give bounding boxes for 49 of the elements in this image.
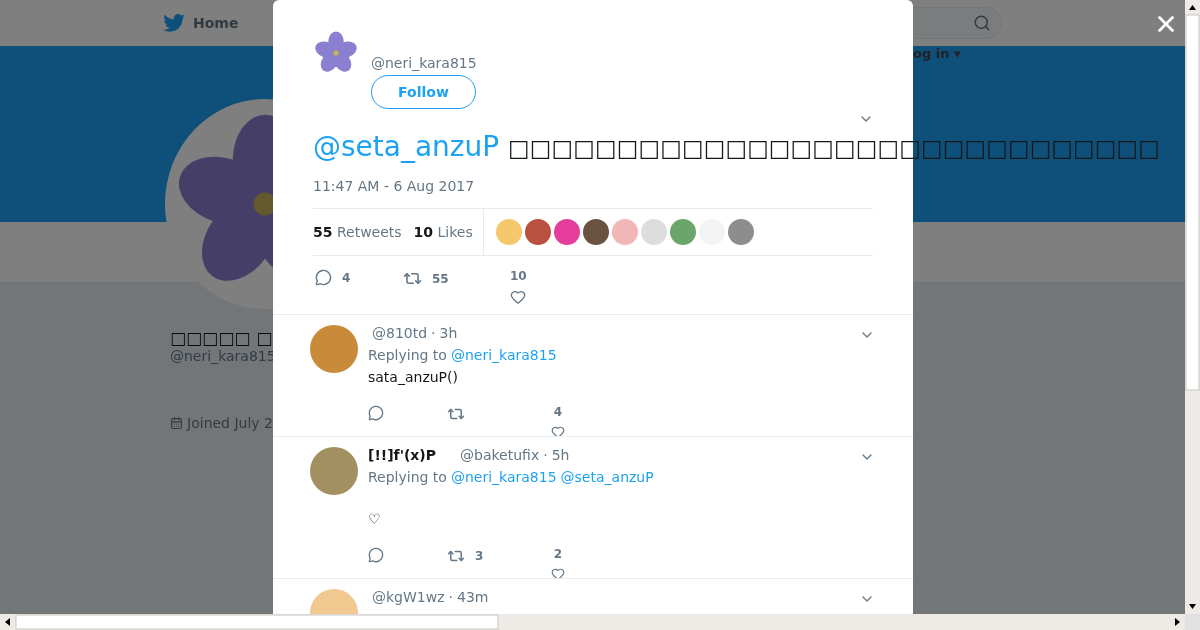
- reply-time: 3h: [439, 325, 458, 341]
- author-handle: @neri_kara815: [371, 55, 477, 71]
- separator-dot: ·: [448, 589, 453, 605]
- joined-date: Joined July 2: [187, 415, 273, 431]
- heart-icon: [551, 567, 565, 578]
- separator-dot: ·: [431, 325, 436, 341]
- tweet-time: 11:47 AM - 6 Aug 2017: [313, 178, 476, 194]
- vertical-scrollbar[interactable]: [1185, 0, 1200, 614]
- reply-handle: @baketufix: [460, 447, 540, 463]
- mention-link[interactable]: @seta_anzuP: [560, 469, 654, 485]
- likes-stat[interactable]: 10 Likes: [413, 224, 473, 240]
- like-button[interactable]: 4: [551, 405, 565, 436]
- reply-text: sata_anzuP(): [368, 369, 459, 385]
- reply-handle: @810td: [372, 325, 428, 341]
- follow-button[interactable]: Follow: [371, 75, 476, 109]
- heart-icon: [510, 289, 527, 305]
- reply-time: 43m: [457, 589, 489, 605]
- separator-dot: ·: [543, 447, 548, 463]
- mention-link[interactable]: @seta_anzuP: [313, 130, 500, 163]
- speech-bubble-icon: [368, 547, 384, 563]
- calendar-icon: [170, 414, 184, 432]
- like-button[interactable]: 2: [551, 547, 565, 578]
- reply-handle: @kgW1wz: [372, 589, 445, 605]
- like-button[interactable]: 10: [510, 269, 527, 305]
- reply-button[interactable]: 4: [315, 269, 403, 286]
- speech-bubble-icon: [368, 405, 384, 421]
- liker-avatar[interactable]: [553, 219, 580, 245]
- bird-logo-icon: [163, 14, 185, 32]
- profile-handle: @neri_kara815: [170, 348, 273, 364]
- liker-avatar[interactable]: [582, 219, 609, 245]
- replying-label: Replying to: [368, 469, 447, 485]
- speech-bubble-icon: [315, 269, 332, 286]
- mention-link[interactable]: @neri_kara815: [450, 347, 557, 363]
- reply-time: 5h: [551, 447, 570, 463]
- reply-avatar[interactable]: [310, 325, 358, 373]
- home-link[interactable]: Home: [163, 14, 239, 32]
- reply-avatar[interactable]: [310, 447, 358, 495]
- heart-icon: [551, 425, 565, 436]
- reply-author-name: [!!]f'(x)P: [368, 447, 437, 463]
- reply-text: ♡: [368, 511, 382, 527]
- liker-avatar[interactable]: [524, 219, 551, 245]
- mention-link[interactable]: @neri_kara815: [450, 469, 557, 485]
- replying-label: Replying to: [368, 347, 447, 363]
- retweet-button[interactable]: 55: [403, 269, 510, 288]
- retweets-stat[interactable]: 55 Retweets: [313, 224, 402, 240]
- retweet-button[interactable]: 3: [447, 547, 551, 565]
- search-icon: [973, 14, 991, 32]
- liker-avatar[interactable]: [727, 219, 754, 245]
- horizontal-scrollbar[interactable]: [0, 614, 1185, 630]
